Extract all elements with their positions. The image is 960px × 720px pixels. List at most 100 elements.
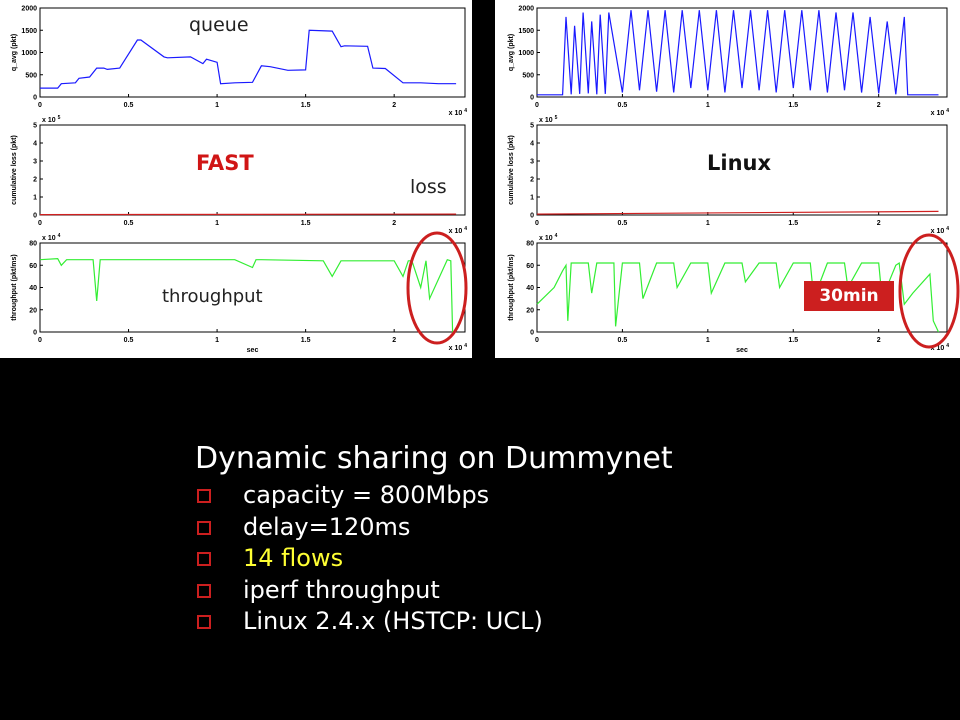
bullet-flows: 14 flows: [195, 543, 673, 575]
y-tick-label: 40: [526, 285, 534, 292]
x-axis-label: sec: [736, 347, 748, 354]
x-tick-label: 1: [215, 337, 219, 344]
x-multiplier-exponent: 4: [946, 226, 949, 232]
y-axis-label: cumulative loss (pkt): [11, 135, 18, 205]
y-axis-label: q_avg (pkt): [508, 34, 515, 71]
y-tick-label: 0: [33, 330, 37, 337]
x-tick-label: 0: [535, 102, 539, 109]
x-tick-label: 2: [877, 337, 881, 344]
duration-badge: 30min: [804, 281, 894, 311]
slide-text: Dynamic sharing on Dummynet capacity = 8…: [195, 440, 673, 638]
x-tick-label: 0: [38, 337, 42, 344]
x-tick-label: 0.5: [124, 102, 134, 109]
y-tick-label: 80: [29, 241, 37, 248]
y-axis-label: throughput (pkt/ms): [508, 254, 515, 321]
x-multiplier-label: x 10 4: [931, 343, 950, 352]
y-multiplier-exponent: 5: [58, 115, 61, 121]
bullet-iperf: iperf throughput: [195, 575, 673, 607]
x-multiplier-label: x 10 4: [931, 108, 950, 117]
y-multiplier-exponent: 4: [58, 233, 61, 239]
loss-series-line: [39, 213, 457, 216]
y-tick-label: 2: [33, 177, 37, 184]
y-tick-label: 4: [33, 141, 37, 148]
y-multiplier-label: x 10 4: [539, 233, 558, 242]
bullet-text: delay=120ms: [243, 512, 411, 541]
y-multiplier-label: x 10 5: [539, 115, 558, 124]
y-tick-label: 60: [526, 263, 534, 270]
y-tick-label: 500: [522, 72, 534, 79]
x-multiplier-exponent: 4: [946, 108, 949, 114]
y-tick-label: 5: [33, 123, 37, 130]
y-multiplier-label: x 10 4: [42, 233, 61, 242]
y-axis-label: cumulative loss (pkt): [508, 135, 515, 205]
throughput-annotation: throughput: [162, 286, 263, 307]
y-tick-label: 20: [29, 307, 37, 314]
linux-queue-chart: 0 0.5 1 1.5 2 0 500 1000 1500 2000 x 10 4 q_avg (pk…: [508, 6, 949, 118]
x-tick-label: 0.5: [124, 220, 134, 227]
linux-annotation: Linux: [707, 151, 772, 175]
y-multiplier-label: x 10 5: [42, 115, 61, 124]
y-tick-label: 2000: [518, 6, 534, 13]
x-tick-label: 2: [877, 102, 881, 109]
x-multiplier-label: x 10 4: [449, 108, 468, 117]
x-multiplier-label: x 10 4: [449, 343, 468, 352]
bullet-linux-version: Linux 2.4.x (HSTCP: UCL): [195, 606, 673, 638]
x-tick-label: 1.5: [788, 102, 798, 109]
x-tick-label: 2: [392, 220, 396, 227]
y-tick-label: 0: [530, 330, 534, 337]
y-tick-label: 3: [530, 159, 534, 166]
y-tick-label: 2000: [21, 6, 37, 13]
x-tick-label: 2: [392, 102, 396, 109]
plot-area: [39, 7, 466, 98]
fast-annotation: FAST: [196, 151, 254, 175]
bullet-text: iperf throughput: [243, 575, 440, 604]
x-multiplier-exponent: 4: [946, 343, 949, 349]
bullet-text: capacity = 800Mbps: [243, 481, 490, 509]
x-tick-label: 1: [215, 220, 219, 227]
y-axis-label: throughput (pkt/ms): [11, 254, 18, 321]
y-tick-label: 2: [530, 177, 534, 184]
queue-annotation: queue: [189, 14, 249, 36]
x-multiplier-label: x 10 4: [449, 226, 468, 235]
x-tick-label: 1.5: [788, 337, 798, 344]
bullet-list: capacity = 800Mbps delay=120ms 14 flows …: [195, 480, 673, 638]
x-tick-label: 0.5: [618, 220, 628, 227]
y-tick-label: 1000: [21, 50, 37, 57]
x-multiplier-label: x 10 4: [931, 226, 950, 235]
x-multiplier-exponent: 4: [464, 108, 467, 114]
y-tick-label: 1500: [518, 28, 534, 35]
x-tick-label: 2: [877, 220, 881, 227]
x-tick-label: 0.5: [618, 337, 628, 344]
x-tick-label: 2: [392, 337, 396, 344]
y-tick-label: 80: [526, 241, 534, 248]
bullet-square-icon: [197, 489, 211, 503]
bullet-text: 14 flows: [243, 544, 344, 572]
x-tick-label: 0.5: [124, 337, 134, 344]
bullet-square-icon: [197, 615, 211, 629]
y-tick-label: 60: [29, 263, 37, 270]
y-tick-label: 500: [25, 72, 37, 79]
x-tick-label: 1: [706, 220, 710, 227]
x-tick-label: 1: [706, 102, 710, 109]
x-multiplier-exponent: 4: [464, 343, 467, 349]
bullet-capacity: capacity = 800Mbps: [195, 480, 673, 512]
loss-annotation: loss: [410, 176, 447, 198]
y-multiplier-exponent: 5: [555, 115, 558, 121]
y-tick-label: 5: [530, 123, 534, 130]
y-tick-label: 1000: [518, 50, 534, 57]
y-tick-label: 40: [29, 285, 37, 292]
y-tick-label: 1: [530, 195, 534, 202]
x-tick-label: 0.5: [618, 102, 628, 109]
x-tick-label: 1.5: [301, 337, 311, 344]
x-tick-label: 0: [535, 337, 539, 344]
x-tick-label: 0: [38, 102, 42, 109]
x-tick-label: 0: [535, 220, 539, 227]
x-tick-label: 1.5: [788, 220, 798, 227]
x-tick-label: 1: [706, 337, 710, 344]
y-tick-label: 0: [530, 95, 534, 102]
bullet-text: Linux 2.4.x (HSTCP: UCL): [243, 607, 543, 635]
y-tick-label: 0: [530, 213, 534, 220]
y-tick-label: 0: [33, 213, 37, 220]
x-tick-label: 1.5: [301, 220, 311, 227]
y-tick-label: 1: [33, 195, 37, 202]
